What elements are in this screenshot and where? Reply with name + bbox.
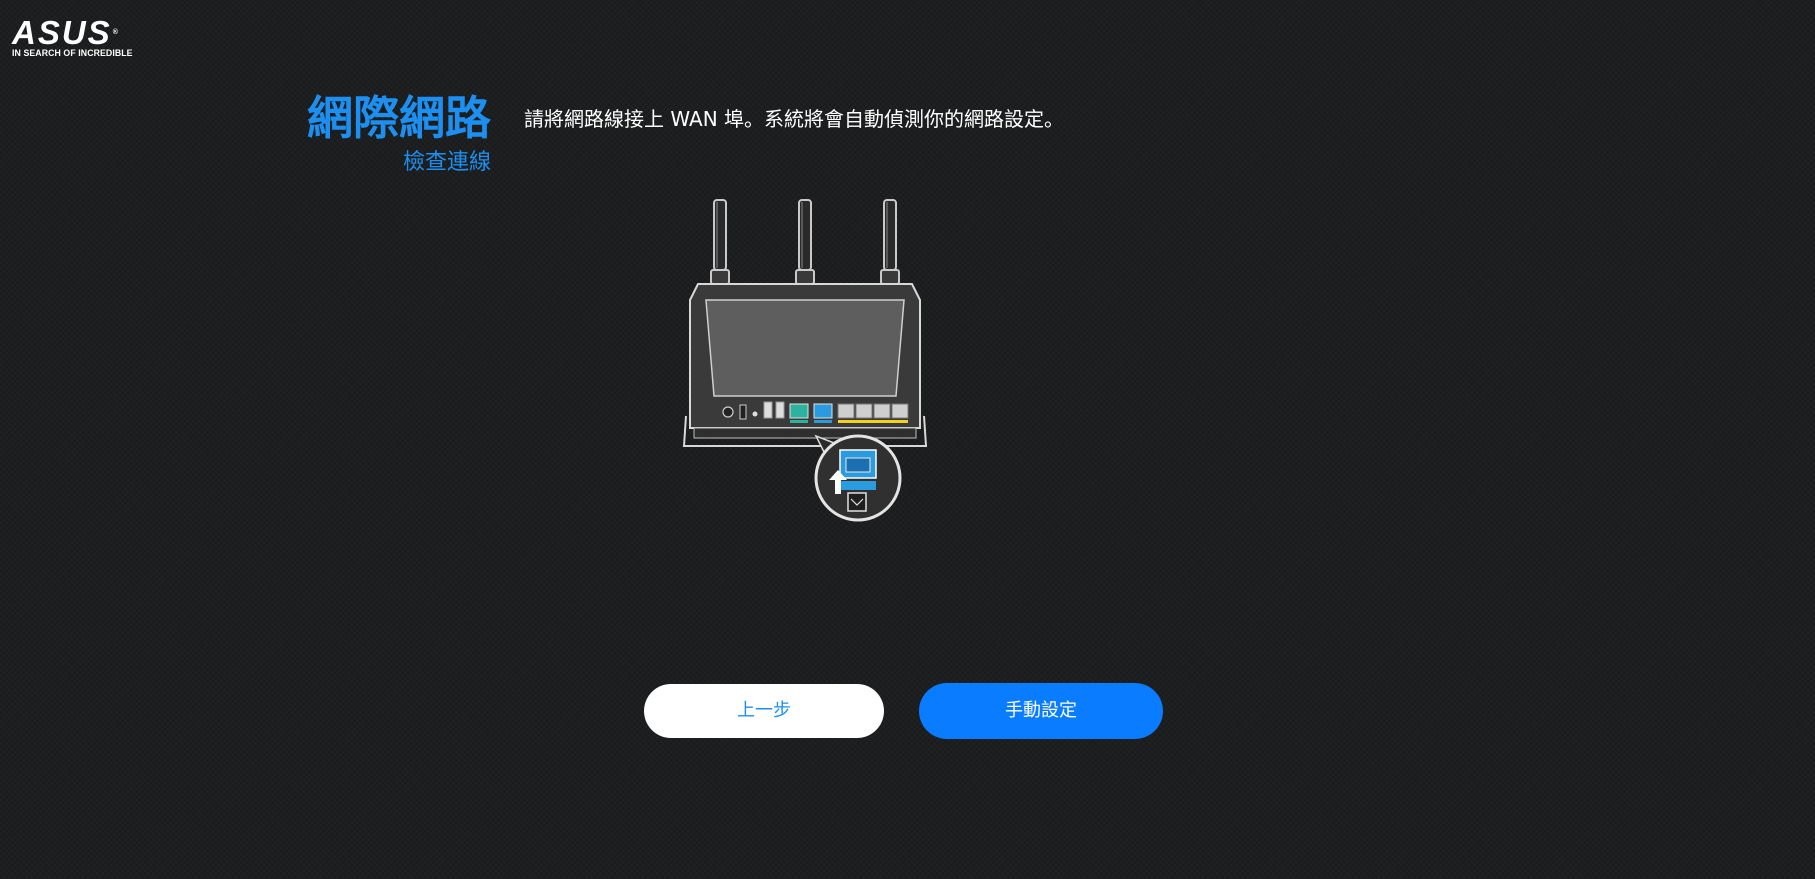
logo-tagline: IN SEARCH OF INCREDIBLE — [12, 48, 133, 59]
antenna-right — [880, 199, 900, 285]
instruction-text: 請將網路線接上 WAN 埠。系統將會自動偵測你的網路設定。 — [524, 107, 1065, 131]
antenna-middle — [795, 199, 815, 285]
asus-logo: ASUS® IN SEARCH OF INCREDIBLE — [12, 16, 140, 62]
wan-port-zoom-icon — [814, 434, 902, 522]
page-title: 網際網路 — [307, 91, 491, 145]
registered-mark: ® — [112, 29, 120, 36]
router-illustration — [682, 199, 928, 522]
manual-setup-button[interactable]: 手動設定 — [919, 683, 1163, 739]
logo-wordmark: ASUS® — [12, 16, 140, 49]
back-button[interactable]: 上一步 — [644, 684, 884, 738]
page-subtitle: 檢查連線 — [402, 150, 491, 175]
logo-name: ASUS — [12, 14, 112, 51]
title-block: 網際網路 檢查連線 — [307, 90, 491, 180]
antenna-left — [710, 199, 730, 285]
